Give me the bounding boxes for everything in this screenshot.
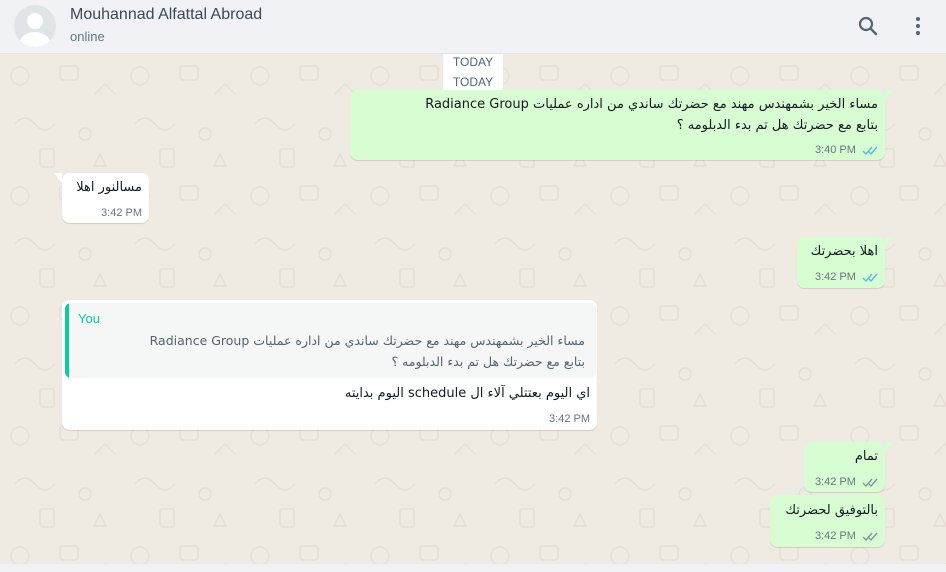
outgoing-message[interactable]: مساء الخير بشمهندس مهند مع حضرتك ساندي م… xyxy=(350,90,893,160)
message-time: 3:42 PM xyxy=(814,476,856,488)
outgoing-message[interactable]: اهلا بحضرتك 3:42 PM xyxy=(797,237,893,288)
outgoing-message[interactable]: تمام 3:42 PM xyxy=(804,442,893,492)
date-separator: TODAY TODAY xyxy=(443,54,503,94)
avatar-head-shape xyxy=(27,13,43,29)
message-time: 3:42 PM xyxy=(101,207,142,219)
message-line: بتابع مع حضرتك هل تم بدء الدبلومه ؟ xyxy=(676,118,878,133)
avatar-body-shape xyxy=(19,32,51,47)
double-check-icon xyxy=(862,532,878,541)
contact-status: online xyxy=(70,29,105,44)
message-text: مساء الخير بشمهندس مهند مع حضرتك ساندي م… xyxy=(425,94,878,136)
message-time: 3:42 PM xyxy=(814,271,856,283)
message-time: 3:42 PM xyxy=(549,413,590,425)
message-meta: 3:42 PM xyxy=(815,476,878,488)
double-check-icon xyxy=(862,146,878,155)
message-line: اي اليوم بعتتلي آلاء ال schedule اليوم ب… xyxy=(344,386,590,401)
quote-author: You xyxy=(78,311,100,326)
quote-line: بتابع مع حضرتك هل تم بدء الدبلومه ؟ xyxy=(391,354,585,369)
incoming-reply-message[interactable]: You مساء الخير بشمهندس مهند مع حضرتك سان… xyxy=(62,300,597,430)
quote-accent-bar xyxy=(65,303,69,378)
date-label: TODAY xyxy=(452,55,494,69)
message-line: مساء الخير بشمهندس مهند مع حضرتك ساندي م… xyxy=(425,97,878,112)
message-line: بالتوفيق لحضرتك xyxy=(785,503,878,518)
outgoing-message[interactable]: بالتوفيق لحضرتك 3:42 PM xyxy=(770,495,885,547)
bubble-tail xyxy=(885,442,893,452)
message-meta: 3:42 PM xyxy=(815,271,878,283)
kebab-menu-icon[interactable] xyxy=(906,14,930,38)
message-meta: 3:42 PM xyxy=(815,530,878,542)
double-check-icon xyxy=(862,478,878,487)
quote-text: مساء الخير بشمهندس مهند مع حضرتك ساندي م… xyxy=(150,330,585,372)
search-icon[interactable] xyxy=(856,14,880,38)
message-text: تمام xyxy=(855,446,878,467)
bubble-tail xyxy=(885,237,893,247)
message-text: بالتوفيق لحضرتك xyxy=(785,500,878,521)
bubble-tail xyxy=(54,173,62,183)
message-text: اي اليوم بعتتلي آلاء ال schedule اليوم ب… xyxy=(345,383,590,404)
incoming-message[interactable]: مسالنور اهلا 3:42 PM xyxy=(54,173,149,223)
message-time: 3:40 PM xyxy=(814,144,856,156)
composer-edge xyxy=(0,564,946,572)
quote-line: مساء الخير بشمهندس مهند مع حضرتك ساندي م… xyxy=(149,333,585,348)
bubble-tail xyxy=(885,90,893,100)
chat-panel[interactable]: TODAY TODAY مساء الخير بشمهندس مهند مع ح… xyxy=(0,54,946,564)
message-time: 3:42 PM xyxy=(814,530,856,542)
message-line: مسالنور اهلا xyxy=(76,180,142,195)
double-check-icon xyxy=(862,273,878,282)
contact-avatar[interactable] xyxy=(14,5,56,47)
chat-header: Mouhannad Alfattal Abroad online xyxy=(0,0,946,54)
message-text: اهلا بحضرتك xyxy=(811,241,878,262)
message-line: تمام xyxy=(854,449,878,464)
date-label: TODAY xyxy=(452,75,494,89)
contact-name[interactable]: Mouhannad Alfattal Abroad xyxy=(70,6,262,24)
quoted-message[interactable]: You مساء الخير بشمهندس مهند مع حضرتك سان… xyxy=(65,303,596,378)
message-text: مسالنور اهلا xyxy=(76,177,142,198)
message-meta: 3:40 PM xyxy=(815,144,878,156)
message-line: اهلا بحضرتك xyxy=(810,244,878,259)
